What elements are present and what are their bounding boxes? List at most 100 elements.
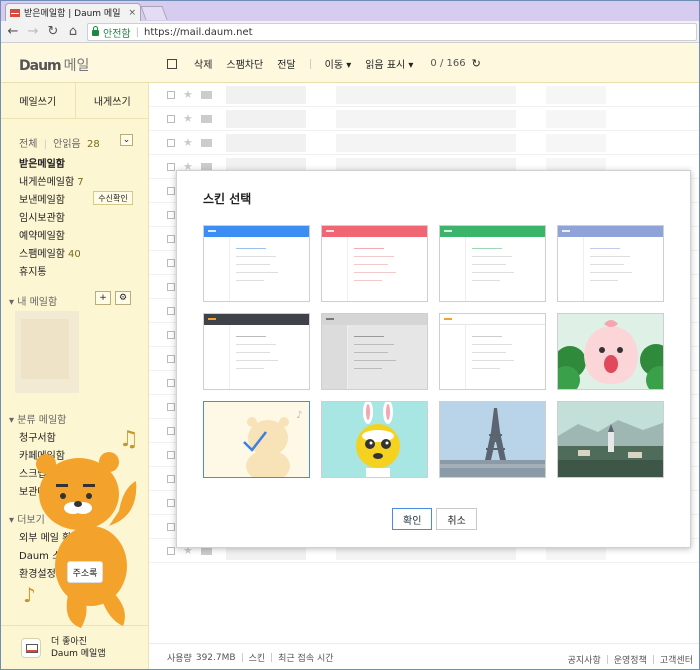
confirm-button[interactable]: 확인	[392, 508, 433, 530]
mark-read-dropdown[interactable]: 읽음 표시 ▾	[365, 56, 413, 71]
row-checkbox[interactable]	[167, 282, 175, 291]
skin-option-blue[interactable]	[203, 225, 310, 302]
sidebar-item-trash[interactable]: 휴지통	[19, 263, 47, 278]
row-checkbox[interactable]	[167, 450, 175, 459]
skin-option-dark[interactable]	[203, 313, 310, 390]
list-item[interactable]: ★	[149, 83, 699, 107]
row-checkbox[interactable]	[167, 90, 175, 99]
row-checkbox[interactable]	[167, 210, 175, 219]
refresh-icon[interactable]: ↻	[472, 57, 481, 70]
list-item[interactable]: ★	[149, 107, 699, 131]
skin-sidebar-preview	[322, 237, 348, 301]
address-book-button[interactable]: 주소록	[67, 561, 103, 583]
new-tab-button[interactable]	[140, 6, 168, 20]
list-item[interactable]: ★	[149, 131, 699, 155]
skin-line	[354, 352, 388, 353]
skin-sidebar-preview	[558, 237, 584, 301]
reload-icon[interactable]: ↻	[45, 24, 61, 40]
row-checkbox[interactable]	[167, 114, 175, 123]
support-link[interactable]: 고객센터	[660, 653, 693, 666]
forward-button[interactable]: 전달	[277, 56, 295, 71]
receipt-check-button[interactable]: 수신확인	[93, 191, 133, 205]
skin-link[interactable]: 스킨	[249, 651, 266, 664]
close-icon[interactable]: ×	[128, 8, 136, 18]
row-checkbox[interactable]	[167, 378, 175, 387]
row-checkbox[interactable]	[167, 186, 175, 195]
row-checkbox[interactable]	[167, 162, 175, 171]
skin-option-paris[interactable]	[439, 401, 546, 478]
folder-label: 받은메일함	[19, 159, 65, 170]
cancel-button[interactable]: 취소	[436, 508, 477, 530]
sidebar-item-inbox[interactable]: 받은메일함	[19, 155, 65, 170]
folder-settings-gear-icon[interactable]: ⚙	[115, 291, 131, 305]
sidebar-item-drafts[interactable]: 임시보관함	[19, 209, 65, 224]
select-all-checkbox[interactable]	[167, 58, 177, 69]
url-field[interactable]: 안전함 | https://mail.daum.net	[87, 23, 697, 41]
skin-line	[354, 264, 388, 265]
skin-line	[354, 256, 394, 257]
skin-option-ryan[interactable]: ♪	[203, 401, 310, 478]
compose-button[interactable]: 메일쓰기	[1, 83, 75, 118]
star-icon[interactable]: ★	[183, 136, 193, 149]
star-icon[interactable]: ★	[183, 88, 193, 101]
folder-label: 휴지통	[19, 267, 47, 278]
row-checkbox[interactable]	[167, 234, 175, 243]
skin-line	[472, 336, 502, 337]
collapse-icon[interactable]: ⌄	[120, 134, 133, 146]
star-icon[interactable]: ★	[183, 112, 193, 125]
sidebar-item-spam[interactable]: 스팸메일함 40	[19, 245, 81, 260]
sidebar-item-scheduled[interactable]: 예약메일함	[19, 227, 65, 242]
notice-link[interactable]: 공지사항	[568, 653, 601, 666]
skin-option-white[interactable]	[439, 313, 546, 390]
unread-link[interactable]: 안읽음	[53, 139, 81, 150]
row-checkbox[interactable]	[167, 426, 175, 435]
footer-divider	[652, 655, 654, 664]
back-arrow-icon[interactable]: ←	[5, 24, 21, 40]
skin-option-gray[interactable]	[321, 313, 428, 390]
browser-tab[interactable]: 받은메일함 | Daum 메일 ×	[5, 3, 141, 21]
skin-option-lavender[interactable]	[557, 225, 664, 302]
row-checkbox[interactable]	[167, 138, 175, 147]
row-checkbox[interactable]	[167, 474, 175, 483]
compose-buttons: 메일쓰기 내게쓰기	[1, 83, 149, 119]
envelope-icon	[200, 90, 212, 99]
row-checkbox[interactable]	[167, 522, 175, 531]
skin-option-apeach[interactable]	[557, 313, 664, 390]
toolbar-divider	[309, 58, 311, 69]
chevron-down-icon: ▾	[9, 297, 18, 308]
row-checkbox[interactable]	[167, 354, 175, 363]
write-to-self-button[interactable]: 내게쓰기	[74, 83, 150, 118]
row-checkbox[interactable]	[167, 330, 175, 339]
policy-link[interactable]: 운영정책	[614, 653, 647, 666]
logo-mail: 메일	[63, 58, 90, 74]
sidebar-item-sent[interactable]: 보낸메일함	[19, 191, 65, 206]
blurred-subject	[335, 109, 516, 128]
row-checkbox[interactable]	[167, 546, 175, 555]
daum-mail-logo[interactable]: Daum 메일	[19, 55, 89, 75]
skin-option-red[interactable]	[321, 225, 428, 302]
move-dropdown[interactable]: 이동 ▾	[325, 56, 352, 71]
row-checkbox[interactable]	[167, 402, 175, 411]
logo-daum: Daum	[19, 58, 62, 74]
skin-option-village[interactable]	[557, 401, 664, 478]
skin-option-green[interactable]	[439, 225, 546, 302]
add-folder-button[interactable]: +	[95, 291, 111, 305]
folder-label: 스팸메일함	[19, 249, 65, 260]
blurred-sender	[225, 109, 306, 128]
forward-arrow-icon[interactable]: →	[25, 24, 41, 40]
all-mail-link[interactable]: 전체	[19, 139, 37, 150]
my-mailbox-header[interactable]: ▾ 내 메일함	[9, 293, 57, 308]
row-checkbox[interactable]	[167, 258, 175, 267]
recent-login-link[interactable]: 최근 접속 시간	[278, 651, 333, 664]
svg-text:♪: ♪	[296, 410, 302, 421]
spam-block-button[interactable]: 스팸차단	[226, 56, 263, 71]
skin-option-muzi[interactable]	[321, 401, 428, 478]
delete-button[interactable]: 삭제	[194, 56, 212, 71]
skin-line	[590, 256, 630, 257]
home-icon[interactable]: ⌂	[65, 24, 81, 40]
row-checkbox[interactable]	[167, 498, 175, 507]
sidebar-item-self-mail[interactable]: 내게쓴메일함 7	[19, 173, 84, 188]
blurred-sender	[225, 85, 306, 104]
row-checkbox[interactable]	[167, 306, 175, 315]
url-text: https://mail.daum.net	[143, 26, 253, 38]
